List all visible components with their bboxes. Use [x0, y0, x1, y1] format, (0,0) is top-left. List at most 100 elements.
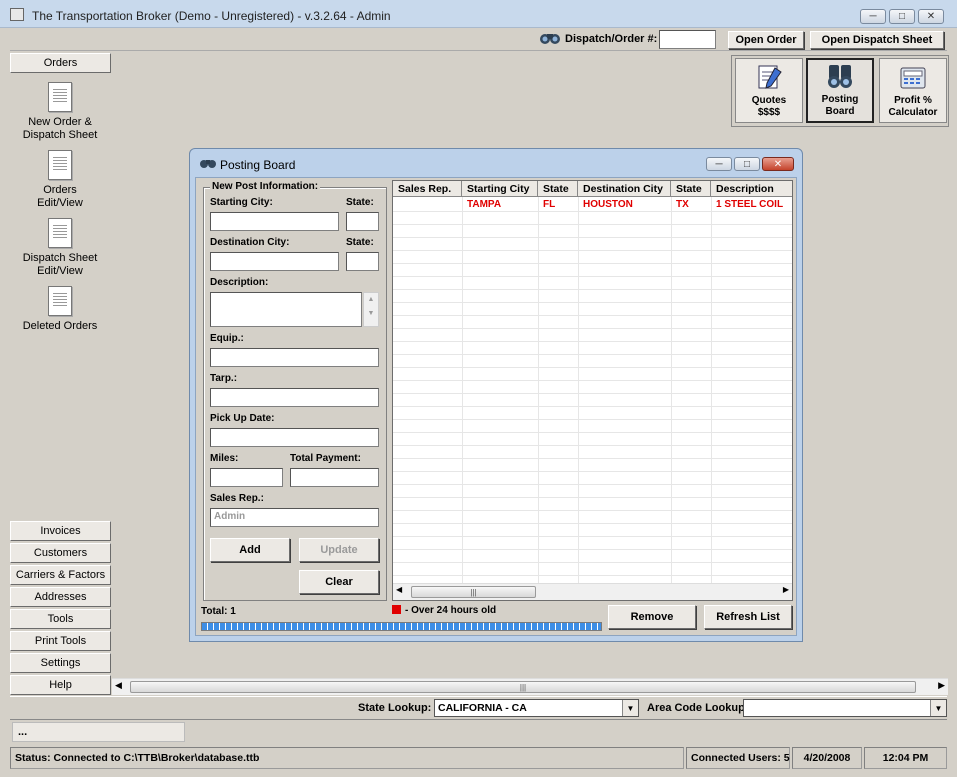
- col-state-2[interactable]: State: [671, 181, 711, 197]
- add-button[interactable]: Add: [210, 538, 290, 562]
- update-button[interactable]: Update: [299, 538, 379, 562]
- total-count: Total: 1: [201, 606, 236, 617]
- sidebar-item-addresses[interactable]: Addresses: [10, 587, 111, 607]
- app-icon: [10, 8, 24, 21]
- sidebar-item-help[interactable]: Help: [10, 675, 111, 695]
- sales-rep-label: Sales Rep.:: [210, 493, 264, 504]
- posting-grid[interactable]: Sales Rep. Starting City State Destinati…: [392, 180, 793, 601]
- sidebar-item-carriers-factors[interactable]: Carriers & Factors: [10, 565, 111, 585]
- posting-board-button[interactable]: Posting Board: [806, 58, 874, 123]
- pickup-date-input[interactable]: [210, 428, 379, 447]
- equip-input[interactable]: [210, 348, 379, 367]
- status-connected-users: Connected Users: 5: [686, 747, 790, 769]
- maximize-button[interactable]: □: [889, 9, 915, 24]
- window-title: The Transportation Broker (Demo - Unregi…: [32, 9, 391, 23]
- sidebar-item-print-tools[interactable]: Print Tools: [10, 631, 111, 651]
- sidebar-item-customers[interactable]: Customers: [10, 543, 111, 563]
- orders-label-1: Orders: [43, 184, 77, 196]
- quotes-icon: [753, 64, 785, 92]
- posting-label-2: Board: [825, 106, 855, 117]
- deleted-orders[interactable]: Deleted Orders: [10, 286, 110, 333]
- cell-starting-city: TAMPA: [467, 199, 502, 210]
- sidebar-item-tools[interactable]: Tools: [10, 609, 111, 629]
- scroll-right-arrow[interactable]: ▶: [938, 680, 945, 691]
- starting-state-input[interactable]: [346, 212, 379, 231]
- tarp-label: Tarp.:: [210, 373, 238, 384]
- dialog-title: Posting Board: [220, 158, 296, 172]
- document-edit-icon: [48, 218, 72, 248]
- calculator-icon: [897, 64, 929, 92]
- starting-city-input[interactable]: [210, 212, 339, 231]
- document-icon: [48, 286, 72, 316]
- miles-input[interactable]: [210, 468, 283, 487]
- dialog-maximize-button[interactable]: □: [734, 157, 760, 171]
- clear-button[interactable]: Clear: [299, 570, 379, 594]
- open-order-button[interactable]: Open Order: [728, 31, 804, 49]
- description-scrollbar[interactable]: ▲ ▼: [363, 292, 379, 327]
- sales-rep-input[interactable]: Admin: [210, 508, 379, 527]
- grid-horizontal-scrollbar[interactable]: ◀ ||| ▶: [393, 583, 792, 600]
- new-post-group-title: New Post Information:: [210, 181, 321, 192]
- document-icon: [48, 82, 72, 112]
- new-order-label-1: New Order &: [28, 116, 92, 128]
- cell-state-1: FL: [543, 199, 556, 210]
- chevron-down-icon[interactable]: ▼: [622, 700, 638, 716]
- col-description[interactable]: Description: [711, 181, 792, 197]
- new-order-dispatch-sheet[interactable]: New Order & Dispatch Sheet: [10, 82, 110, 142]
- dialog-body: New Post Information: Starting City: Sta…: [195, 177, 797, 636]
- chevron-down-icon[interactable]: ▼: [930, 700, 946, 716]
- state-lookup-select[interactable]: CALIFORNIA - CA ▼: [434, 699, 639, 717]
- remove-button[interactable]: Remove: [608, 605, 696, 629]
- grid-scroll-thumb[interactable]: |||: [411, 586, 536, 598]
- dispatch-sheet-edit-view[interactable]: Dispatch Sheet Edit/View: [10, 218, 110, 278]
- total-payment-label: Total Payment:: [290, 453, 361, 464]
- scroll-thumb[interactable]: |||: [130, 681, 916, 693]
- description-label: Description:: [210, 277, 269, 288]
- refresh-list-button[interactable]: Refresh List: [704, 605, 792, 629]
- main-horizontal-scrollbar[interactable]: ◀ ||| ▶: [112, 678, 948, 695]
- tarp-input[interactable]: [210, 388, 379, 407]
- scroll-left-arrow[interactable]: ◀: [115, 680, 122, 691]
- state-lookup-label: State Lookup:: [358, 702, 432, 714]
- equip-label: Equip.:: [210, 333, 244, 344]
- sidebar-item-settings[interactable]: Settings: [10, 653, 111, 673]
- destination-state-input[interactable]: [346, 252, 379, 271]
- grid-scroll-right-arrow[interactable]: ▶: [783, 585, 789, 594]
- destination-city-input[interactable]: [210, 252, 339, 271]
- quotes-label-1: Quotes: [751, 95, 787, 106]
- starting-state-label: State:: [346, 197, 374, 208]
- status-time: 12:04 PM: [864, 747, 947, 769]
- destination-city-label: Destination City:: [210, 237, 290, 248]
- orders-edit-view[interactable]: Orders Edit/View: [10, 150, 110, 210]
- dispatch-order-label: Dispatch/Order #:: [565, 33, 658, 45]
- dispatch-sheet-label-1: Dispatch Sheet: [22, 252, 98, 264]
- col-state-1[interactable]: State: [538, 181, 578, 197]
- progress-bar: [201, 622, 602, 631]
- sidebar-header-orders[interactable]: Orders: [10, 53, 111, 73]
- open-dispatch-sheet-button[interactable]: Open Dispatch Sheet: [810, 31, 944, 49]
- close-button[interactable]: ✕: [918, 9, 944, 24]
- orders-label-2: Edit/View: [37, 197, 83, 209]
- dialog-minimize-button[interactable]: ─: [706, 157, 732, 171]
- sidebar-item-invoices[interactable]: Invoices: [10, 521, 111, 541]
- miles-label: Miles:: [210, 453, 239, 464]
- dispatch-order-input[interactable]: [659, 30, 716, 49]
- description-textarea[interactable]: [210, 292, 362, 327]
- col-destination-city[interactable]: Destination City: [578, 181, 671, 197]
- profit-calculator-button[interactable]: Profit % Calculator: [879, 58, 947, 123]
- profit-label-2: Calculator: [888, 107, 938, 118]
- dispatch-sheet-label-2: Edit/View: [37, 265, 83, 277]
- toolbar: Dispatch/Order #: Open Order Open Dispat…: [10, 28, 947, 51]
- cell-state-2: TX: [676, 199, 689, 210]
- col-starting-city[interactable]: Starting City: [462, 181, 538, 197]
- dialog-close-button[interactable]: ✕: [762, 157, 794, 171]
- quotes-button[interactable]: Quotes $$$$: [735, 58, 803, 123]
- total-payment-input[interactable]: [290, 468, 379, 487]
- col-sales-rep[interactable]: Sales Rep.: [393, 181, 462, 197]
- title-bar: The Transportation Broker (Demo - Unregi…: [0, 0, 957, 28]
- minimize-button[interactable]: ─: [860, 9, 886, 24]
- pickup-date-label: Pick Up Date:: [210, 413, 275, 424]
- starting-city-label: Starting City:: [210, 197, 273, 208]
- area-code-lookup-select[interactable]: ▼: [743, 699, 947, 717]
- grid-scroll-left-arrow[interactable]: ◀: [396, 585, 402, 594]
